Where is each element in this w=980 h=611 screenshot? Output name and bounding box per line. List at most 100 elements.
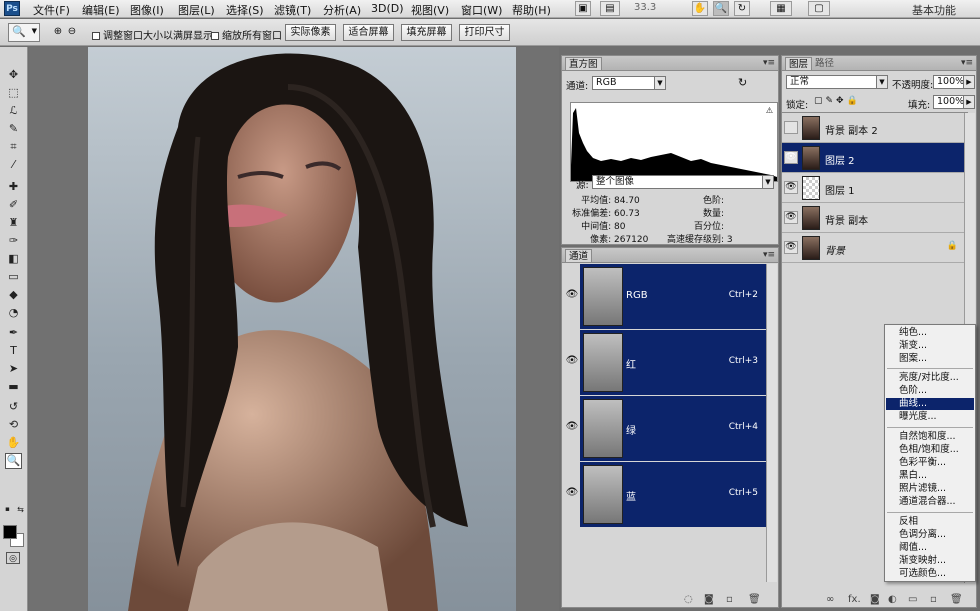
bridge-icon[interactable]: ▣ xyxy=(575,1,591,16)
type-tool-icon[interactable]: T xyxy=(5,343,22,359)
source-select[interactable]: 整个图像 ▼ xyxy=(592,175,774,189)
menu-view[interactable]: 视图(V) xyxy=(411,2,449,18)
eye-icon[interactable]: 👁 xyxy=(564,486,580,500)
channel-select[interactable]: RGB ▼ xyxy=(592,76,666,90)
lock-options-icons[interactable]: ▢✎✥🔒 xyxy=(814,96,861,106)
menu-item-posterize[interactable]: 色调分离... xyxy=(886,529,974,541)
tool-preset-picker[interactable]: 🔍 ▼ xyxy=(8,23,40,42)
zoom-all-windows-checkbox[interactable]: 缩放所有窗口 xyxy=(211,27,282,42)
zoom-out-icon[interactable]: ⊖ xyxy=(66,26,78,38)
menu-filter[interactable]: 滤镜(T) xyxy=(274,2,311,18)
eye-icon[interactable]: 👁 xyxy=(564,354,580,368)
blend-mode-select[interactable]: 正常 ▼ xyxy=(786,75,888,89)
eye-icon[interactable]: 👁 xyxy=(564,420,580,434)
tab-layers[interactable]: 图层 xyxy=(785,57,813,70)
3d-rotate-tool-icon[interactable]: ↺ xyxy=(5,399,22,415)
delete-layer-icon[interactable]: 🗑 xyxy=(950,594,963,605)
zoom-level-field[interactable]: 33.3 xyxy=(634,2,674,15)
eye-icon[interactable]: 👁 xyxy=(564,288,580,302)
eye-icon[interactable]: 👁 xyxy=(784,211,798,224)
eyedropper-tool-icon[interactable]: ⁄ xyxy=(5,157,22,173)
screen-mode-icon[interactable]: ▢ xyxy=(808,1,830,16)
menu-item-selective-color[interactable]: 可选颜色... xyxy=(886,568,974,580)
channel-row-red[interactable]: 红 Ctrl+3 xyxy=(580,330,766,395)
rotate-view-icon[interactable]: ↻ xyxy=(734,1,750,16)
eye-icon[interactable]: 👁 xyxy=(784,181,798,194)
tab-histogram[interactable]: 直方图 xyxy=(565,57,602,70)
new-layer-icon[interactable]: ▫ xyxy=(930,594,937,605)
menu-item-black-white[interactable]: 黑白... xyxy=(886,470,974,482)
hand-tool-icon[interactable]: ✋ xyxy=(5,435,22,451)
fill-field[interactable]: 100% ▶ xyxy=(933,95,975,109)
healing-brush-tool-icon[interactable]: ✚ xyxy=(5,179,22,195)
crop-tool-icon[interactable]: ⌗ xyxy=(5,139,22,155)
history-brush-tool-icon[interactable]: ✑ xyxy=(5,233,22,249)
menu-item-threshold[interactable]: 阈值... xyxy=(886,542,974,554)
channels-scrollbar[interactable] xyxy=(766,264,777,582)
eye-icon[interactable]: 👁 xyxy=(784,241,798,254)
layer-row[interactable]: 背景 副本 2 xyxy=(782,113,968,143)
menu-item-vibrance[interactable]: 自然饱和度... xyxy=(886,431,974,443)
brush-tool-icon[interactable]: ✐ xyxy=(5,197,22,213)
refresh-icon[interactable]: ↻ xyxy=(738,76,747,89)
menu-analysis[interactable]: 分析(A) xyxy=(323,2,361,18)
panel-menu-icon[interactable]: ▾≡ xyxy=(961,58,973,68)
channel-row-rgb[interactable]: RGB Ctrl+2 xyxy=(580,264,766,329)
layer-row[interactable]: 👁 背景 🔒 xyxy=(782,233,968,263)
delete-channel-icon[interactable]: 🗑 xyxy=(748,594,761,605)
pen-tool-icon[interactable]: ✒ xyxy=(5,325,22,341)
menu-file[interactable]: 文件(F) xyxy=(33,2,70,18)
menu-window[interactable]: 窗口(W) xyxy=(461,2,502,18)
menu-item-photo-filter[interactable]: 照片滤镜... xyxy=(886,483,974,495)
layer-style-icon[interactable]: fx. xyxy=(848,594,861,605)
eraser-tool-icon[interactable]: ◧ xyxy=(5,251,22,267)
zoom-in-icon[interactable]: ⊕ xyxy=(52,26,64,38)
menu-item-invert[interactable]: 反相 xyxy=(886,516,974,528)
eye-icon[interactable]: 👁 xyxy=(784,151,798,164)
marquee-tool-icon[interactable]: ⬚ xyxy=(5,85,22,101)
load-selection-icon[interactable]: ◌ xyxy=(684,594,693,605)
channel-row-green[interactable]: 绿 Ctrl+4 xyxy=(580,396,766,461)
resize-windows-checkbox[interactable]: 调整窗口大小以满屏显示 xyxy=(92,27,213,42)
save-selection-icon[interactable]: ◙ xyxy=(704,594,714,605)
menu-item-brightness-contrast[interactable]: 亮度/对比度... xyxy=(886,372,974,384)
gradient-tool-icon[interactable]: ▭ xyxy=(5,269,22,285)
tab-channels[interactable]: 通道 xyxy=(565,249,593,262)
new-adjustment-layer-icon[interactable]: ◐ xyxy=(888,594,897,605)
menu-item-hue-saturation[interactable]: 色相/饱和度... xyxy=(886,444,974,456)
menu-item-exposure[interactable]: 曝光度... xyxy=(886,411,974,423)
new-channel-icon[interactable]: ▫ xyxy=(726,594,733,605)
view-extras-icon[interactable]: ▤ xyxy=(600,1,620,16)
tab-paths[interactable]: 路径 xyxy=(812,57,837,70)
document-photo[interactable] xyxy=(88,47,516,611)
menu-item-channel-mixer[interactable]: 通道混合器... xyxy=(886,496,974,508)
3d-orbit-tool-icon[interactable]: ⟲ xyxy=(5,417,22,433)
menu-select[interactable]: 选择(S) xyxy=(226,2,264,18)
channel-row-blue[interactable]: 蓝 Ctrl+5 xyxy=(580,462,766,527)
new-group-icon[interactable]: ▭ xyxy=(908,594,917,605)
menu-3d[interactable]: 3D(D) xyxy=(371,2,404,15)
layer-row-selected[interactable]: 👁 图层 2 xyxy=(782,143,968,173)
lasso-tool-icon[interactable]: ℒ xyxy=(5,103,22,119)
fill-screen-button[interactable]: 填充屏幕 xyxy=(401,24,452,41)
opacity-field[interactable]: 100% ▶ xyxy=(933,75,975,89)
panel-menu-icon[interactable]: ▾≡ xyxy=(763,58,775,68)
quick-mask-icon[interactable]: ◎ xyxy=(6,552,20,564)
workspace-switcher[interactable]: 基本功能 xyxy=(912,2,956,18)
add-mask-icon[interactable]: ◙ xyxy=(870,594,880,605)
fit-screen-button[interactable]: 适合屏幕 xyxy=(343,24,394,41)
menu-layer[interactable]: 图层(L) xyxy=(178,2,215,18)
actual-pixels-button[interactable]: 实际像素 xyxy=(285,24,336,41)
layer-row[interactable]: 👁 背景 副本 xyxy=(782,203,968,233)
layer-row[interactable]: 👁 图层 1 xyxy=(782,173,968,203)
arrange-documents-icon[interactable]: ▦ xyxy=(770,1,792,16)
link-layers-icon[interactable]: ∞ xyxy=(826,594,834,605)
layer-visibility-toggle[interactable] xyxy=(784,121,798,134)
menu-item-color-balance[interactable]: 色彩平衡... xyxy=(886,457,974,469)
default-colors-icon[interactable]: ▪ xyxy=(3,505,12,514)
zoom-tool-icon[interactable]: 🔍 xyxy=(5,453,22,469)
swap-colors-icon[interactable]: ⇆ xyxy=(16,505,25,514)
path-selection-tool-icon[interactable]: ➤ xyxy=(5,361,22,377)
menu-item-pattern[interactable]: 图案... xyxy=(886,353,974,365)
menu-item-gradient[interactable]: 渐变... xyxy=(886,340,974,352)
